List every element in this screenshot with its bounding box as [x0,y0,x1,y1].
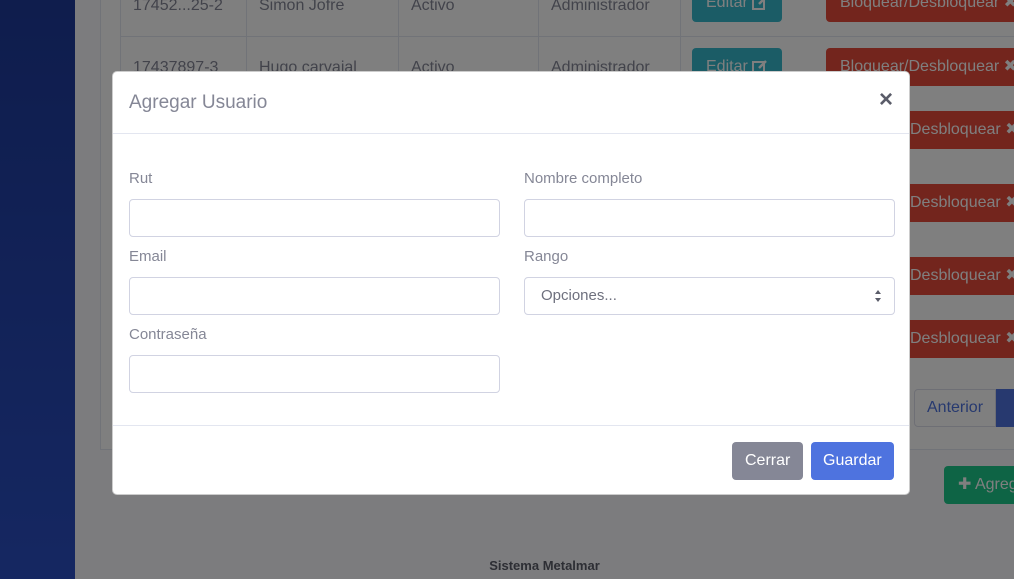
rango-select-value: Opciones... [541,287,617,304]
email-label: Email [129,248,167,265]
save-button[interactable]: Guardar [811,442,894,480]
rango-select[interactable]: Opciones... [524,277,895,315]
nombre-label: Nombre completo [524,170,643,187]
modal-header: Agregar Usuario × [113,72,909,134]
select-arrows-icon [875,290,881,302]
password-label: Contraseña [129,326,207,343]
rango-label: Rango [524,248,569,265]
add-user-modal: Agregar Usuario × Rut Nombre completo Em… [112,71,910,495]
rut-label: Rut [129,170,153,187]
password-input[interactable] [129,355,500,393]
modal-title: Agregar Usuario [129,92,268,113]
rut-input[interactable] [129,199,500,237]
email-input[interactable] [129,277,500,315]
cancel-button[interactable]: Cerrar [732,442,804,480]
nombre-input[interactable] [524,199,895,237]
close-icon[interactable]: × [879,88,893,112]
modal-footer: Cerrar Guardar [113,425,909,495]
